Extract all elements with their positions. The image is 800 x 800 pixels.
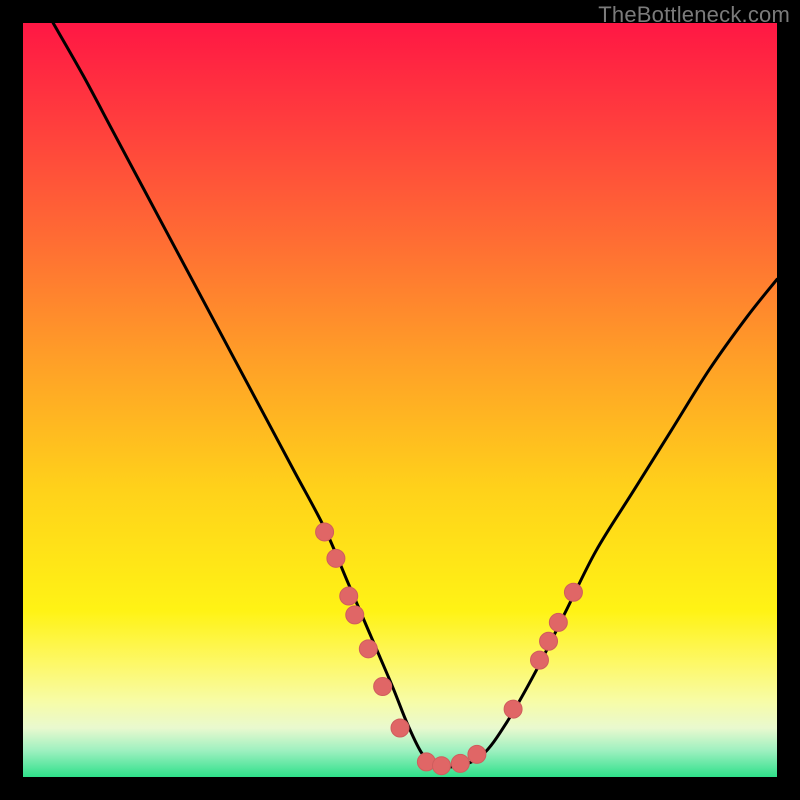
marker-dot — [346, 606, 364, 624]
marker-dot — [549, 613, 567, 631]
marker-dot — [540, 632, 558, 650]
marker-dot — [468, 745, 486, 763]
marker-dot — [530, 651, 548, 669]
marker-dot — [504, 700, 522, 718]
gradient-background — [23, 23, 777, 777]
marker-dot — [374, 678, 392, 696]
marker-dot — [564, 583, 582, 601]
marker-dot — [327, 549, 345, 567]
marker-dot — [340, 587, 358, 605]
marker-dot — [432, 757, 450, 775]
watermark-text: TheBottleneck.com — [598, 2, 790, 28]
marker-dot — [359, 640, 377, 658]
chart-frame — [23, 23, 777, 777]
bottleneck-chart — [23, 23, 777, 777]
marker-dot — [391, 719, 409, 737]
marker-dot — [316, 523, 334, 541]
marker-dot — [451, 754, 469, 772]
